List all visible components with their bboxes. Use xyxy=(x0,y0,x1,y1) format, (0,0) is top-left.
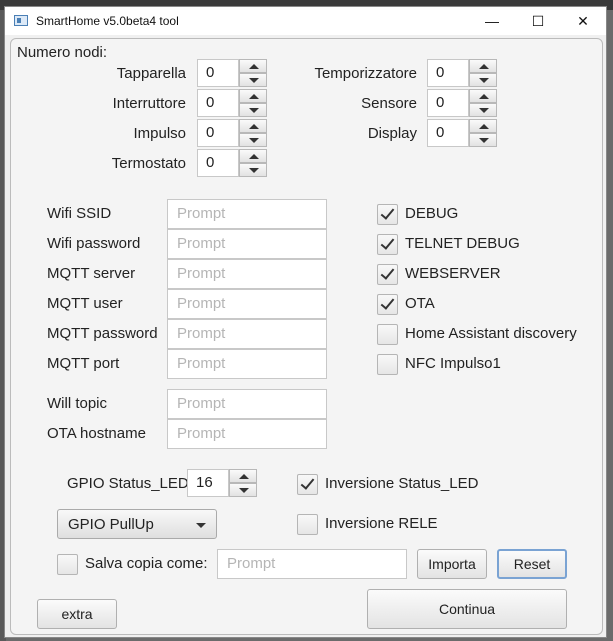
continua-button[interactable]: Continua xyxy=(367,589,567,629)
interruttore-label: Interruttore xyxy=(112,95,186,112)
will-topic-label: Will topic xyxy=(47,395,108,412)
nfc-impulso1-checkbox[interactable] xyxy=(377,354,398,375)
display-spinner[interactable]: 0 xyxy=(427,119,497,147)
gpio-status-led-value[interactable]: 16 xyxy=(187,469,229,497)
display-label: Display xyxy=(367,125,417,142)
ota-hostname-label: OTA hostname xyxy=(47,425,146,442)
impulso-label: Impulso xyxy=(133,125,186,142)
increment-arrow-icon[interactable] xyxy=(239,119,267,133)
temporizzatore-label: Temporizzatore xyxy=(314,65,417,82)
webserver-label: WEBSERVER xyxy=(405,265,501,282)
salva-copia-checkbox[interactable] xyxy=(57,554,78,575)
tapparella-spinner[interactable]: 0 xyxy=(197,59,267,87)
decrement-arrow-icon[interactable] xyxy=(469,133,497,147)
wifi-ssid-label: Wifi SSID xyxy=(47,205,112,222)
webserver-checkbox[interactable] xyxy=(377,264,398,285)
decrement-arrow-icon[interactable] xyxy=(239,103,267,117)
increment-arrow-icon[interactable] xyxy=(469,59,497,73)
title-bar: SmartHome v5.0beta4 tool — ☐ ✕ xyxy=(5,7,606,35)
decrement-arrow-icon[interactable] xyxy=(469,73,497,87)
decrement-arrow-icon[interactable] xyxy=(469,103,497,117)
increment-arrow-icon[interactable] xyxy=(229,469,257,483)
tapparella-value[interactable]: 0 xyxy=(197,59,239,87)
sensore-spinner[interactable]: 0 xyxy=(427,89,497,117)
minimize-button[interactable]: — xyxy=(469,7,515,35)
sensore-label: Sensore xyxy=(361,95,417,112)
ota-checkbox[interactable] xyxy=(377,294,398,315)
increment-arrow-icon[interactable] xyxy=(469,119,497,133)
wifi-ssid-input[interactable]: Prompt xyxy=(167,199,327,229)
mqtt-server-label: MQTT server xyxy=(47,265,136,282)
mqtt-user-label: MQTT user xyxy=(47,295,123,312)
impulso-spinner[interactable]: 0 xyxy=(197,119,267,147)
increment-arrow-icon[interactable] xyxy=(469,89,497,103)
gpio-status-led-spinner[interactable]: 16 xyxy=(187,469,257,497)
mqtt-server-input[interactable]: Prompt xyxy=(167,259,327,289)
mqtt-password-input[interactable]: Prompt xyxy=(167,319,327,349)
increment-arrow-icon[interactable] xyxy=(239,59,267,73)
nodes-heading: Numero nodi: xyxy=(17,44,108,61)
increment-arrow-icon[interactable] xyxy=(239,149,267,163)
inversione-status-led-label: Inversione Status_LED xyxy=(325,475,479,492)
inversione-rele-checkbox[interactable] xyxy=(297,514,318,535)
extra-button[interactable]: extra xyxy=(37,599,117,629)
termostato-value[interactable]: 0 xyxy=(197,149,239,177)
mqtt-port-label: MQTT port xyxy=(47,355,120,372)
decrement-arrow-icon[interactable] xyxy=(239,163,267,177)
telnet-debug-checkbox[interactable] xyxy=(377,234,398,255)
termostato-spinner[interactable]: 0 xyxy=(197,149,267,177)
mqtt-port-input[interactable]: Prompt xyxy=(167,349,327,379)
gpio-pullup-dropdown[interactable]: GPIO PullUp xyxy=(57,509,217,539)
ha-discovery-label: Home Assistant discovery xyxy=(405,325,577,342)
wifi-password-input[interactable]: Prompt xyxy=(167,229,327,259)
increment-arrow-icon[interactable] xyxy=(239,89,267,103)
app-icon xyxy=(14,15,28,26)
window-title: SmartHome v5.0beta4 tool xyxy=(36,14,179,28)
wifi-password-label: Wifi password xyxy=(47,235,141,252)
salva-copia-input[interactable]: Prompt xyxy=(217,549,407,579)
temporizzatore-spinner[interactable]: 0 xyxy=(427,59,497,87)
ota-hostname-input[interactable]: Prompt xyxy=(167,419,327,449)
ha-discovery-checkbox[interactable] xyxy=(377,324,398,345)
main-panel: Numero nodi: Tapparella 0 Interruttore 0… xyxy=(10,38,603,635)
importa-button[interactable]: Importa xyxy=(417,549,487,579)
inversione-status-led-checkbox[interactable] xyxy=(297,474,318,495)
inversione-rele-label: Inversione RELE xyxy=(325,515,438,532)
impulso-value[interactable]: 0 xyxy=(197,119,239,147)
reset-button[interactable]: Reset xyxy=(497,549,567,579)
mqtt-user-input[interactable]: Prompt xyxy=(167,289,327,319)
interruttore-spinner[interactable]: 0 xyxy=(197,89,267,117)
gpio-pullup-selected: GPIO PullUp xyxy=(68,516,154,533)
nfc-impulso1-label: NFC Impulso1 xyxy=(405,355,501,372)
maximize-button[interactable]: ☐ xyxy=(515,7,561,35)
decrement-arrow-icon[interactable] xyxy=(239,73,267,87)
mqtt-password-label: MQTT password xyxy=(47,325,158,342)
will-topic-input[interactable]: Prompt xyxy=(167,389,327,419)
decrement-arrow-icon[interactable] xyxy=(239,133,267,147)
display-value[interactable]: 0 xyxy=(427,119,469,147)
temporizzatore-value[interactable]: 0 xyxy=(427,59,469,87)
telnet-debug-label: TELNET DEBUG xyxy=(405,235,520,252)
debug-label: DEBUG xyxy=(405,205,459,222)
ota-label: OTA xyxy=(405,295,435,312)
debug-checkbox[interactable] xyxy=(377,204,398,225)
sensore-value[interactable]: 0 xyxy=(427,89,469,117)
tapparella-label: Tapparella xyxy=(116,65,186,82)
interruttore-value[interactable]: 0 xyxy=(197,89,239,117)
termostato-label: Termostato xyxy=(111,155,186,172)
decrement-arrow-icon[interactable] xyxy=(229,483,257,497)
close-button[interactable]: ✕ xyxy=(560,7,606,35)
salva-copia-label: Salva copia come: xyxy=(85,555,208,572)
gpio-status-led-label: GPIO Status_LED xyxy=(67,475,189,492)
app-window: SmartHome v5.0beta4 tool — ☐ ✕ Numero no… xyxy=(4,6,607,638)
chevron-down-icon xyxy=(196,523,206,528)
